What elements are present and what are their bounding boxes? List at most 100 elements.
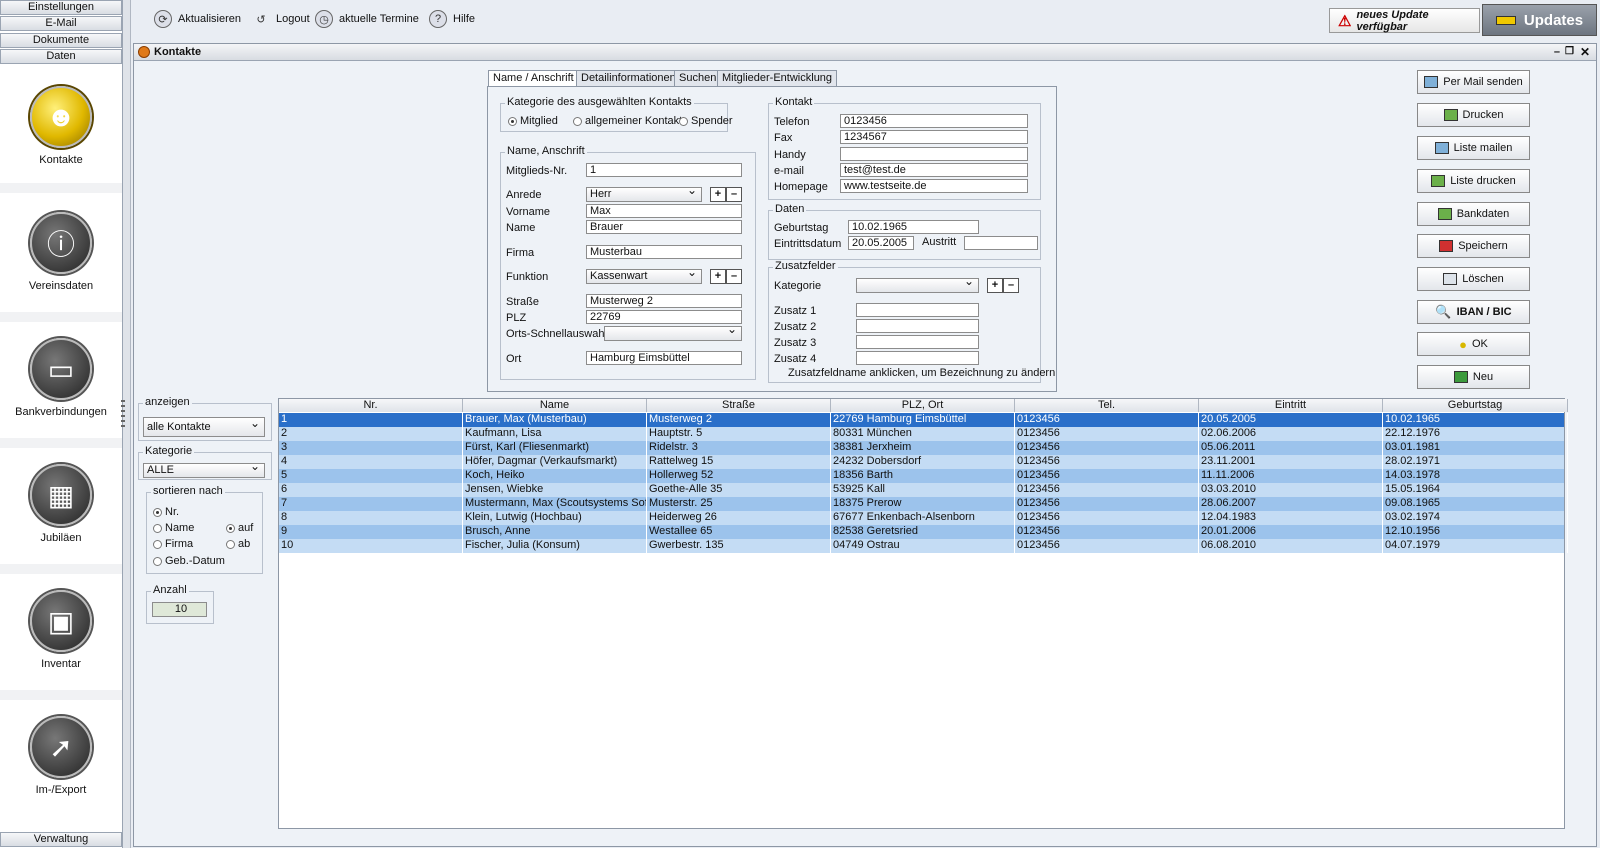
sort-desc-radio[interactable]: ab	[226, 538, 250, 550]
sidebar-item-im-export[interactable]: ➚ Im-/Export	[0, 716, 122, 796]
menu-einstellungen[interactable]: Einstellungen	[0, 0, 122, 15]
radio-allgemeiner-kontakt[interactable]: allgemeiner Kontakt	[573, 115, 682, 127]
birthday-field[interactable]: 10.02.1965	[848, 220, 979, 234]
table-row[interactable]: 6 Jensen, Wiebke Goethe-Alle 35 53925 Kall 0…	[279, 483, 1568, 497]
menu-dokumente[interactable]: Dokumente	[0, 33, 122, 48]
function-select[interactable]: Kassenwart	[586, 266, 702, 284]
extra1-label[interactable]: Zusatz 1	[774, 305, 816, 317]
column-header[interactable]: Nr.	[279, 399, 463, 412]
logout-button[interactable]: ↺ Logout	[252, 9, 309, 29]
table-cell: Musterweg 2	[647, 413, 831, 427]
table-row[interactable]: 1 Brauer, Max (Musterbau) Musterweg 2 22769…	[279, 413, 1568, 427]
table-row[interactable]: 3 Fürst, Karl (Fliesenmarkt) Ridelstr. 3 38…	[279, 441, 1568, 455]
extra-category-select[interactable]	[856, 275, 979, 293]
extra3-field[interactable]	[856, 335, 979, 349]
member-no-field[interactable]: 1	[586, 163, 742, 177]
column-header[interactable]: Geburtstag	[1383, 399, 1568, 412]
extra3-label[interactable]: Zusatz 3	[774, 337, 816, 349]
splitter-grip-icon[interactable]	[121, 400, 125, 428]
extra2-field[interactable]	[856, 319, 979, 333]
radio-mitglied[interactable]: Mitglied	[508, 115, 558, 127]
send-mail-button[interactable]: Per Mail senden	[1417, 70, 1530, 94]
entry-field[interactable]: 20.05.2005	[848, 236, 914, 250]
extra4-field[interactable]	[856, 351, 979, 365]
email-field[interactable]: test@test.de	[840, 163, 1028, 177]
city-field[interactable]: Hamburg Eimsbüttel	[586, 351, 742, 365]
fax-field[interactable]: 1234567	[840, 130, 1028, 144]
zip-field[interactable]: 22769	[586, 310, 742, 324]
phone-field[interactable]: 0123456	[840, 114, 1028, 128]
salutation-remove-button[interactable]: –	[726, 187, 742, 202]
mail-list-button[interactable]: Liste mailen	[1417, 136, 1530, 160]
tab-detailinformationen[interactable]: Detailinformationen	[576, 70, 681, 86]
table-row[interactable]: 7 Mustermann, Max (Scoutsystems Soft... Mu…	[279, 497, 1568, 511]
table-row[interactable]: 4 Höfer, Dagmar (Verkaufsmarkt) Rattelweg …	[279, 455, 1568, 469]
sort-asc-radio[interactable]: auf	[226, 522, 253, 534]
table-cell: 0123456	[1015, 511, 1199, 525]
print-list-button[interactable]: Liste drucken	[1417, 169, 1530, 193]
minimize-icon[interactable]: –	[1554, 44, 1560, 60]
bank-data-button[interactable]: Bankdaten	[1417, 202, 1530, 226]
menu-email[interactable]: E-Mail	[0, 16, 122, 31]
function-remove-button[interactable]: –	[726, 269, 742, 284]
extra4-label[interactable]: Zusatz 4	[774, 353, 816, 365]
table-row[interactable]: 2 Kaufmann, Lisa Hauptstr. 5 80331 München 0…	[279, 427, 1568, 441]
sort-nr-radio[interactable]: Nr.	[153, 506, 179, 518]
column-header[interactable]: Eintritt	[1199, 399, 1383, 412]
appointments-button[interactable]: ◷ aktuelle Termine	[315, 9, 419, 29]
table-row[interactable]: 5 Koch, Heiko Hollerweg 52 18356 Barth 01234…	[279, 469, 1568, 483]
tab-suchen[interactable]: Suchen	[674, 70, 722, 86]
column-header[interactable]: PLZ, Ort	[831, 399, 1015, 412]
extra-add-button[interactable]: +	[987, 278, 1003, 293]
sort-birthday-radio[interactable]: Geb.-Datum	[153, 555, 225, 567]
table-row[interactable]: 8 Klein, Lutwig (Hochbau) Heiderweg 26 6767…	[279, 511, 1568, 525]
mobile-field[interactable]	[840, 147, 1028, 161]
sidebar-item-vereinsdaten[interactable]: ⓘ Vereinsdaten	[0, 212, 122, 292]
iban-bic-button[interactable]: 🔍 IBAN / BIC	[1417, 300, 1530, 324]
table-row[interactable]: 9 Brusch, Anne Westallee 65 82538 Geretsrie…	[279, 525, 1568, 539]
company-field[interactable]: Musterbau	[586, 245, 742, 259]
menu-verwaltung[interactable]: Verwaltung	[0, 832, 122, 847]
column-header[interactable]: Name	[463, 399, 647, 412]
firstname-field[interactable]: Max	[586, 204, 742, 218]
updates-button[interactable]: Updates	[1482, 4, 1597, 36]
column-header[interactable]: Straße	[647, 399, 831, 412]
exit-field[interactable]	[964, 236, 1038, 250]
tab-mitglieder-entwicklung[interactable]: Mitglieder-Entwicklung	[717, 70, 838, 86]
homepage-field[interactable]: www.testseite.de	[840, 179, 1028, 193]
menu-daten[interactable]: Daten	[0, 49, 122, 64]
extra2-label[interactable]: Zusatz 2	[774, 321, 816, 333]
salutation-add-button[interactable]: +	[710, 187, 726, 202]
member-no-label: Mitglieds-Nr.	[506, 165, 568, 177]
column-header[interactable]: Tel.	[1015, 399, 1199, 412]
extra1-field[interactable]	[856, 303, 979, 317]
sort-name-radio[interactable]: Name	[153, 522, 194, 534]
extra-remove-button[interactable]: –	[1003, 278, 1019, 293]
sidebar-item-jubilaeen[interactable]: ▦ Jubiläen	[0, 464, 122, 544]
quick-city-select[interactable]	[604, 323, 742, 341]
sidebar-item-bankverbindungen[interactable]: ▭ Bankverbindungen	[0, 338, 122, 418]
street-field[interactable]: Musterweg 2	[586, 294, 742, 308]
lastname-field[interactable]: Brauer	[586, 220, 742, 234]
print-button[interactable]: Drucken	[1417, 103, 1530, 127]
table-cell: 12.10.1956	[1383, 525, 1568, 539]
table-row[interactable]: 10 Fischer, Julia (Konsum) Gwerbestr. 135 0…	[279, 539, 1568, 553]
refresh-button[interactable]: ⟳ Aktualisieren	[154, 9, 241, 29]
delete-button[interactable]: Löschen	[1417, 267, 1530, 291]
category-filter-select[interactable]: ALLE	[143, 460, 265, 478]
tab-name-anschrift[interactable]: Name / Anschrift	[488, 70, 579, 87]
save-button[interactable]: Speichern	[1417, 234, 1530, 258]
restore-icon[interactable]: ❐	[1565, 44, 1574, 60]
function-add-button[interactable]: +	[710, 269, 726, 284]
close-icon[interactable]: ✕	[1580, 44, 1590, 60]
sidebar-item-kontakte[interactable]: ☻ Kontakte	[0, 86, 122, 166]
show-filter-select[interactable]: alle Kontakte	[143, 414, 265, 437]
salutation-select[interactable]: Herr	[586, 184, 702, 202]
radio-spender[interactable]: Spender	[679, 115, 733, 127]
help-button[interactable]: ? Hilfe	[429, 9, 475, 29]
new-button[interactable]: Neu	[1417, 365, 1530, 389]
ok-button[interactable]: ● OK	[1417, 332, 1530, 356]
sort-firma-radio[interactable]: Firma	[153, 538, 193, 550]
update-notice-button[interactable]: ⚠ neues Update verfügbar	[1329, 8, 1480, 33]
sidebar-item-inventar[interactable]: ▣ Inventar	[0, 590, 122, 670]
